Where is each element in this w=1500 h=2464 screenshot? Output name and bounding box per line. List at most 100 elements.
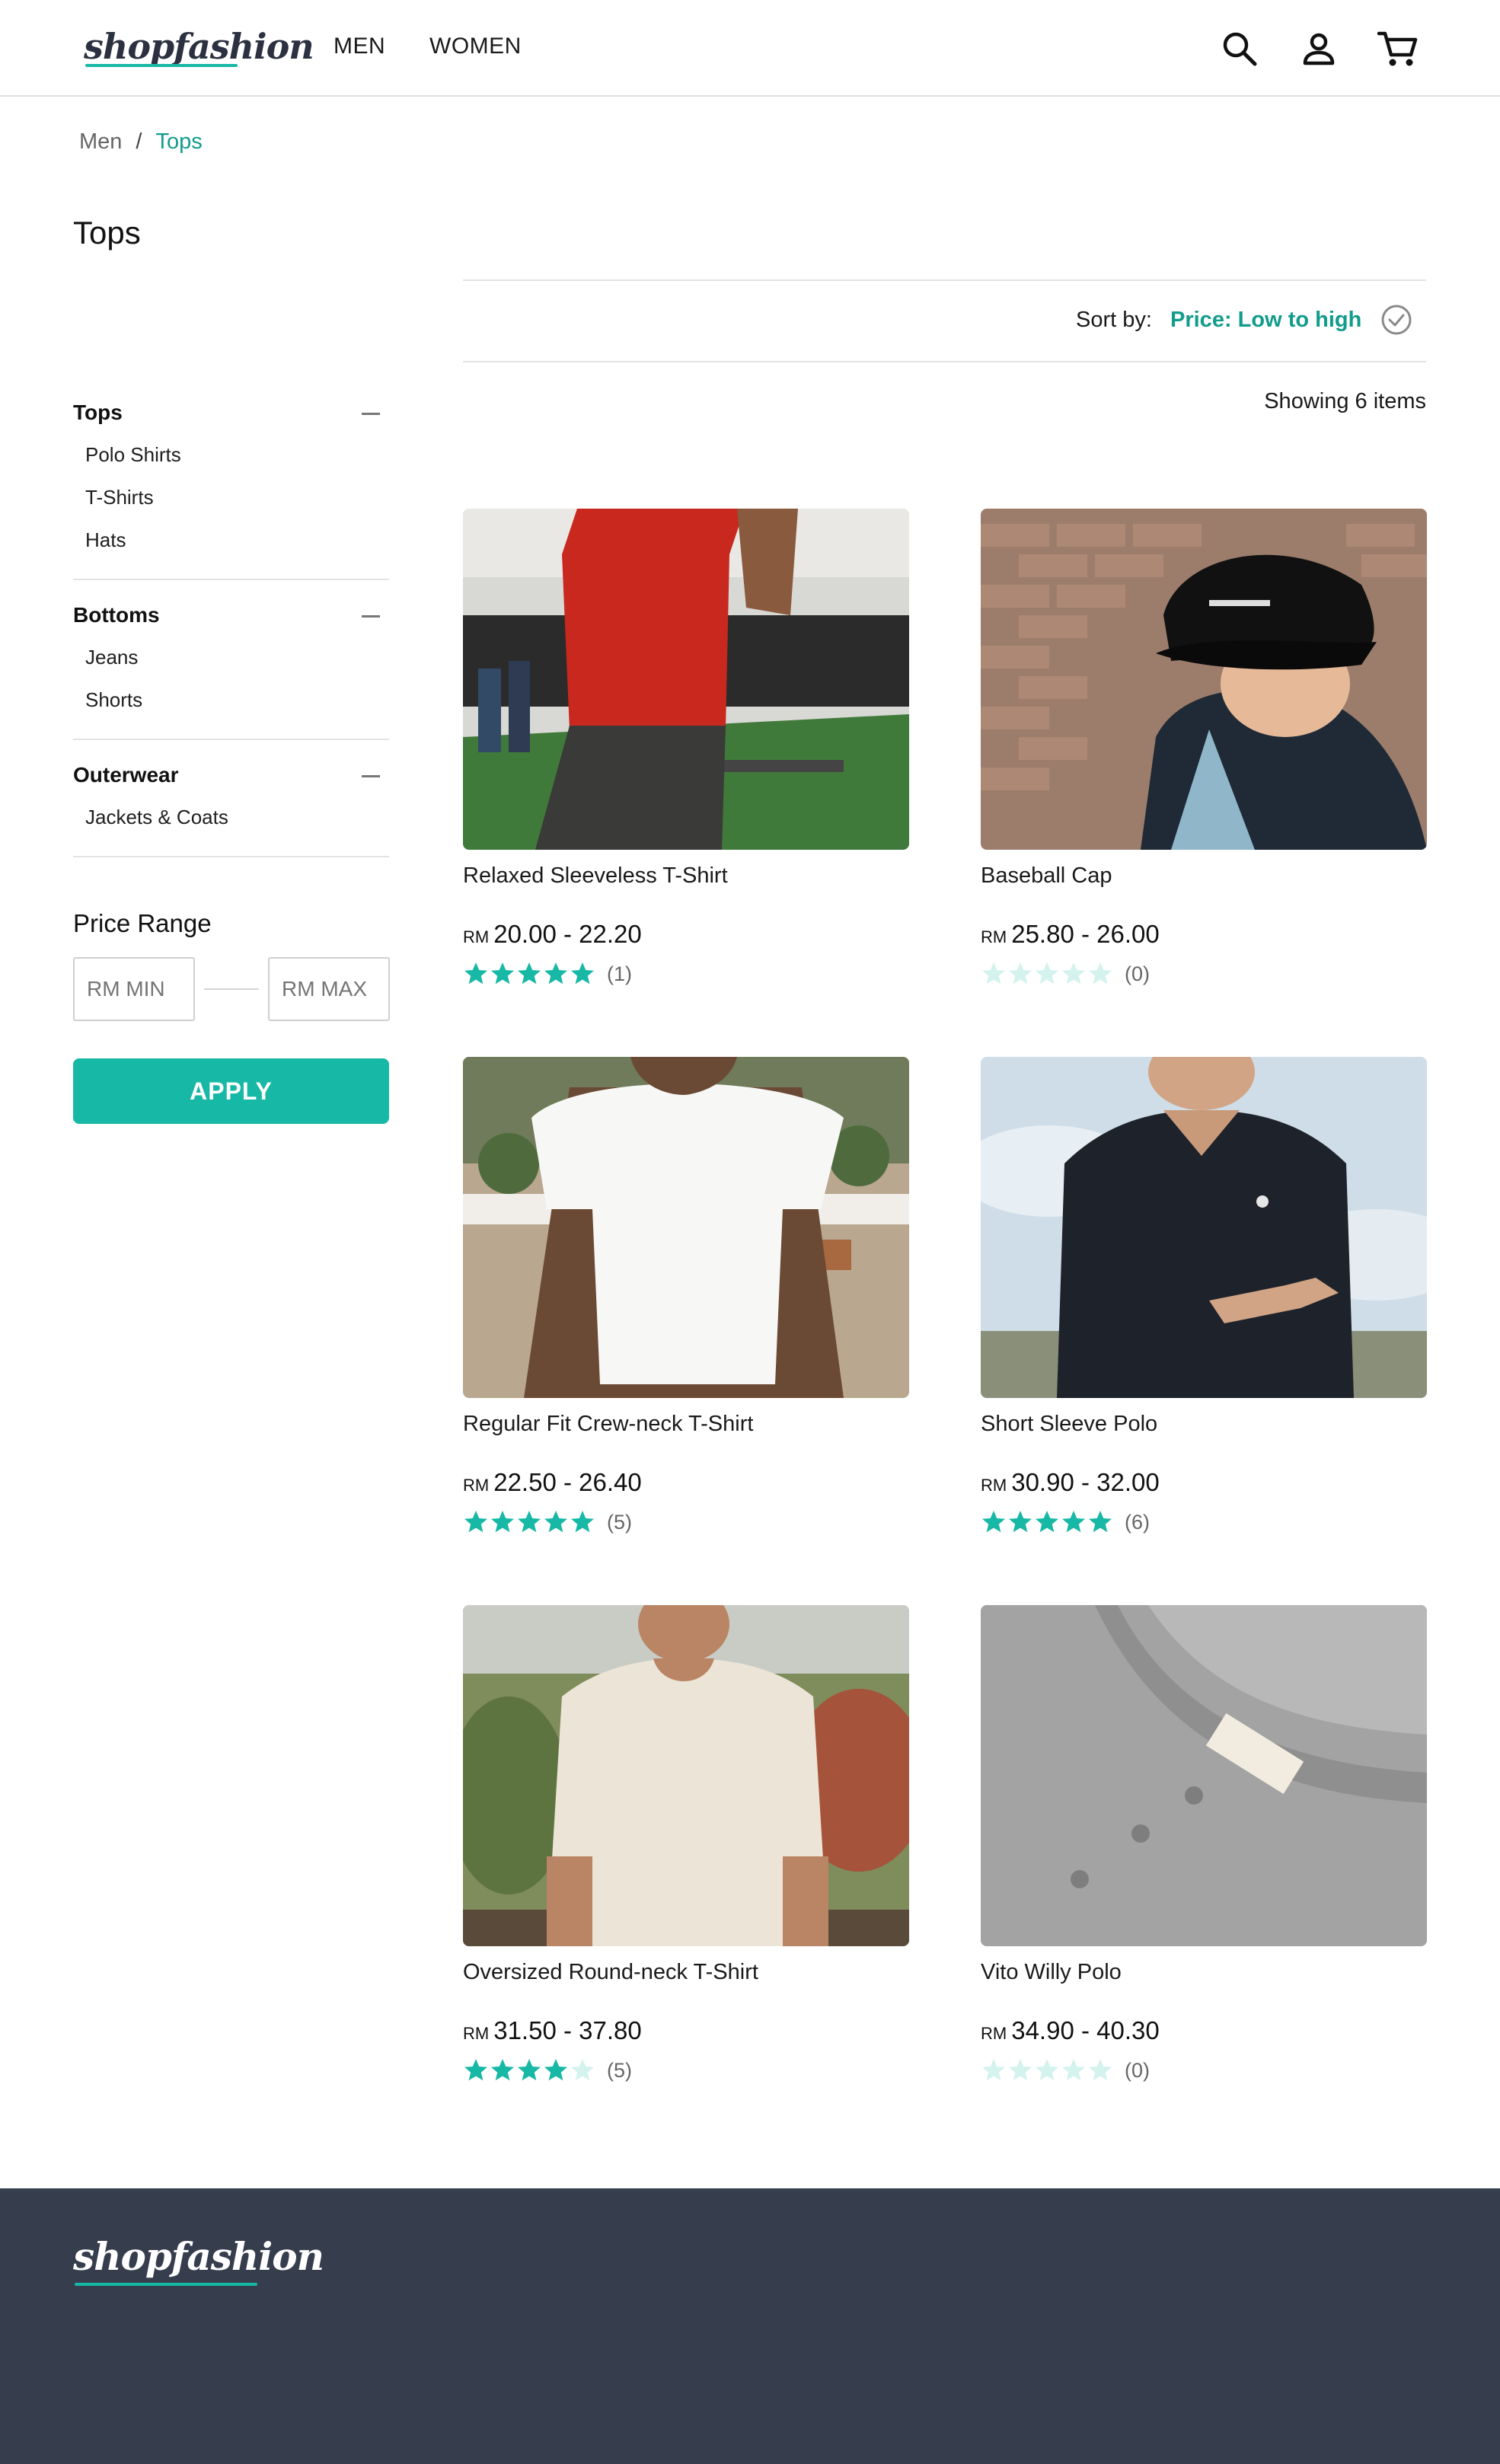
product-name[interactable]: Oversized Round-neck T-Shirt (463, 1960, 758, 1985)
currency: RM (981, 1476, 1007, 1495)
collapse-minus-icon[interactable] (362, 413, 380, 415)
filter-group-outerwear: Outerwear Jackets & Coats (73, 763, 389, 828)
review-count: (0) (1125, 962, 1150, 985)
sort-dropdown[interactable]: Price: Low to high (1170, 308, 1361, 333)
review-count: (5) (607, 1510, 632, 1534)
logo-underline (85, 64, 238, 67)
star-icon (1089, 1511, 1112, 1533)
star-icon (464, 1511, 487, 1533)
product-price: RM 31.50 - 37.80 (463, 2016, 642, 2045)
star-rating (463, 1509, 596, 1535)
product-name[interactable]: Vito Willy Polo (981, 1960, 1122, 1985)
filter-item-t-shirts[interactable]: T-Shirts (85, 486, 154, 509)
price-range: 34.90 - 40.30 (1011, 2016, 1160, 2044)
breadcrumb: Men / Tops (79, 129, 203, 155)
nav-men[interactable]: MEN (334, 34, 385, 59)
review-count: (5) (607, 2058, 632, 2082)
product-rating: (5) (463, 1509, 632, 1535)
star-icon (544, 1511, 567, 1533)
product-card[interactable]: Short Sleeve Polo RM 30.90 - 32.00 (6) (981, 1057, 1427, 1575)
star-icon (1089, 962, 1112, 985)
filter-item-hats[interactable]: Hats (85, 528, 126, 552)
star-rating (463, 2057, 596, 2083)
star-icon (518, 2059, 541, 2081)
cart-icon[interactable] (1374, 26, 1420, 72)
filter-item-jeans[interactable]: Jeans (85, 646, 138, 669)
results-count: Showing 6 items (1264, 389, 1426, 413)
product-image[interactable] (463, 509, 909, 850)
product-name[interactable]: Relaxed Sleeveless T-Shirt (463, 863, 728, 889)
star-icon (1062, 962, 1085, 985)
page-title: Tops (73, 215, 141, 251)
footer-logo-underline (75, 2283, 257, 2286)
product-image[interactable] (463, 1057, 909, 1398)
collapse-minus-icon[interactable] (362, 615, 380, 618)
price-min-input[interactable] (73, 957, 195, 1021)
price-range-dash (204, 988, 259, 990)
filter-divider (73, 856, 389, 857)
product-card[interactable]: Baseball Cap RM 25.80 - 26.00 (0) (981, 509, 1427, 1026)
product-rating: (5) (463, 2057, 632, 2083)
product-image[interactable] (981, 1605, 1427, 1946)
currency: RM (463, 2024, 490, 2043)
product-card[interactable]: Vito Willy Polo RM 34.90 - 40.30 (0) (981, 1605, 1427, 2123)
star-icon (1036, 1511, 1058, 1533)
star-icon (544, 2059, 567, 2081)
product-image[interactable] (981, 1057, 1427, 1398)
product-rating: (6) (981, 1509, 1150, 1535)
filter-group-title[interactable]: Tops (73, 401, 389, 425)
star-icon (571, 2059, 594, 2081)
product-image[interactable] (463, 1605, 909, 1946)
product-name[interactable]: Regular Fit Crew-neck T-Shirt (463, 1412, 753, 1437)
star-icon (571, 1511, 594, 1533)
brand-logo[interactable]: shopfashion (84, 26, 314, 67)
star-icon (982, 2059, 1005, 2081)
star-icon (571, 962, 594, 985)
star-icon (1009, 1511, 1032, 1533)
collapse-minus-icon[interactable] (362, 775, 380, 777)
search-icon[interactable] (1217, 26, 1262, 72)
filter-group-title[interactable]: Bottoms (73, 603, 389, 627)
site-footer: shopfashion (0, 2188, 1500, 2464)
star-icon (1009, 2059, 1032, 2081)
nav-women[interactable]: WOMEN (429, 34, 522, 59)
price-max-input[interactable] (268, 957, 390, 1021)
product-rating: (0) (981, 961, 1150, 987)
site-header: shopfashion MEN WOMEN (0, 0, 1500, 97)
product-rating: (1) (463, 961, 632, 987)
sort-bar-bottom-border (463, 361, 1426, 362)
star-rating (463, 961, 596, 987)
filter-item-polo-shirts[interactable]: Polo Shirts (85, 443, 181, 467)
currency: RM (463, 1476, 490, 1495)
product-name[interactable]: Baseball Cap (981, 863, 1112, 889)
product-card[interactable]: Relaxed Sleeveless T-Shirt RM 20.00 - 22.… (463, 509, 909, 1026)
product-card[interactable]: Regular Fit Crew-neck T-Shirt RM 22.50 - … (463, 1057, 909, 1575)
breadcrumb-men[interactable]: Men (79, 129, 122, 154)
product-name[interactable]: Short Sleeve Polo (981, 1412, 1157, 1437)
price-range: 22.50 - 26.40 (493, 1468, 642, 1496)
breadcrumb-current: Tops (155, 129, 203, 154)
star-rating (981, 961, 1114, 987)
star-icon (1009, 962, 1032, 985)
review-count: (6) (1125, 1510, 1150, 1534)
star-icon (491, 962, 514, 985)
filter-item-shorts[interactable]: Shorts (85, 688, 142, 712)
currency: RM (981, 2024, 1007, 2043)
star-icon (1089, 2059, 1112, 2081)
star-icon (518, 1511, 541, 1533)
product-price: RM 30.90 - 32.00 (981, 1468, 1160, 1497)
star-icon (544, 962, 567, 985)
check-circle-icon[interactable] (1380, 303, 1413, 337)
product-image[interactable] (981, 509, 1427, 850)
filter-item-jackets-coats[interactable]: Jackets & Coats (85, 806, 228, 829)
star-icon (491, 2059, 514, 2081)
currency: RM (981, 927, 1007, 946)
footer-logo[interactable]: shopfashion (73, 2234, 324, 2279)
product-card[interactable]: Oversized Round-neck T-Shirt RM 31.50 - 3… (463, 1605, 909, 2123)
sort-label: Sort by: (1076, 308, 1152, 332)
filter-group-title[interactable]: Outerwear (73, 763, 389, 787)
star-icon (1062, 2059, 1085, 2081)
star-icon (464, 2059, 487, 2081)
apply-button[interactable]: APPLY (73, 1058, 389, 1124)
user-icon[interactable] (1296, 26, 1342, 72)
